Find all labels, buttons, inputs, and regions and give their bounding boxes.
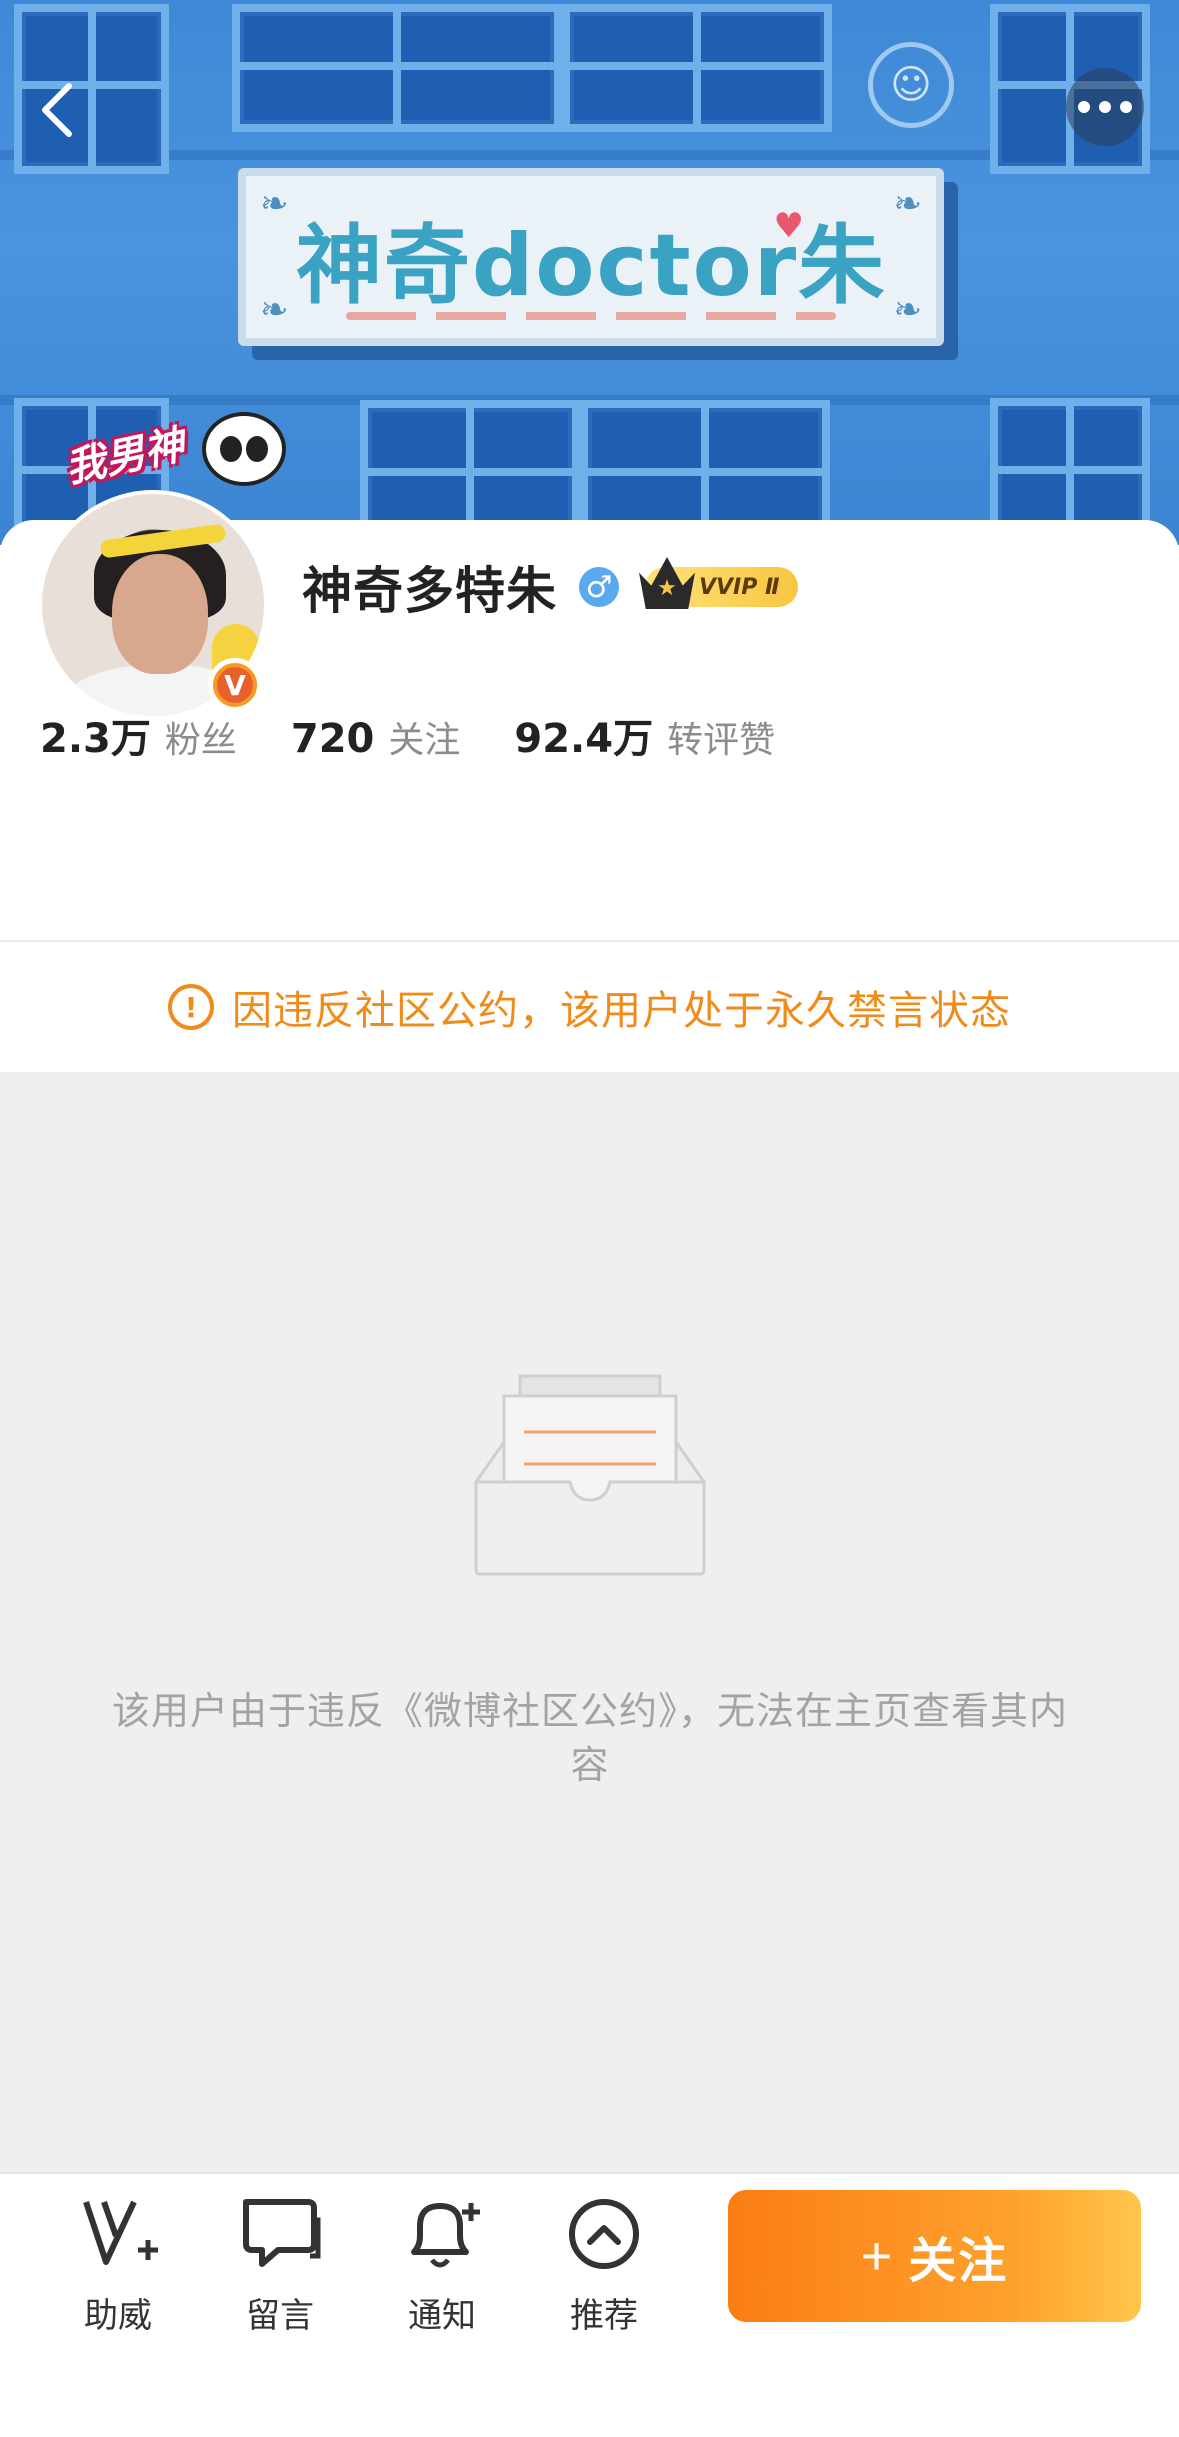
cheer-label: 助威 xyxy=(84,2296,152,2336)
avatar-sticker-text: 我男神 xyxy=(61,421,189,492)
more-button[interactable] xyxy=(1066,68,1144,146)
stats-row: 2.3万 粉丝 720 关注 92.4万 转评赞 xyxy=(40,706,829,764)
warning-icon: ! xyxy=(168,984,214,1030)
verified-badge: V xyxy=(208,658,262,712)
plus-icon: + xyxy=(860,2226,895,2286)
back-button[interactable] xyxy=(22,70,92,150)
banned-notice-text: 因违反社区公约，该用户处于永久禁言状态 xyxy=(232,988,1011,1034)
follow-button[interactable]: + 关注 xyxy=(728,2190,1141,2322)
stat-reposts-comments-likes[interactable]: 92.4万 转评赞 xyxy=(514,706,775,764)
avatar-container[interactable]: 我男神 V xyxy=(38,412,286,720)
cheer-button[interactable]: 助威 xyxy=(58,2192,178,2342)
more-horizontal-icon xyxy=(1078,101,1132,113)
message-icon xyxy=(238,2192,322,2276)
stat-value: 720 xyxy=(290,716,375,762)
empty-state-message: 该用户由于违反《微博社区公约》，无法在主页查看其内容 xyxy=(111,1689,1068,1787)
user-name: 神奇多特朱 xyxy=(302,562,557,620)
stat-value: 2.3万 xyxy=(40,716,151,762)
vip-label: VVIP Ⅱ xyxy=(699,574,780,600)
banner-window xyxy=(232,4,562,132)
banner-window xyxy=(562,4,832,132)
stat-fans[interactable]: 2.3万 粉丝 xyxy=(40,706,237,764)
male-gender-icon: ♂ xyxy=(579,567,619,607)
notify-label: 通知 xyxy=(408,2296,476,2336)
profile-page: ☺ ❧ ❧ ❧ ❧ 神奇doctor朱 ♥ 我男神 V 神奇多特朱 ♂ ★ VV… xyxy=(0,0,1179,2437)
panda-icon xyxy=(202,412,286,486)
stat-following[interactable]: 720 关注 xyxy=(291,711,461,763)
stat-label: 粉丝 xyxy=(164,720,237,761)
chevron-left-icon xyxy=(42,83,72,137)
follow-label: 关注 xyxy=(908,2235,1009,2288)
verified-mark: V xyxy=(224,668,246,702)
heart-icon: ♥ xyxy=(773,206,804,246)
banned-notice: ! 因违反社区公约，该用户处于永久禁言状态 xyxy=(0,942,1179,1072)
banner-emblem-icon: ☺ xyxy=(868,42,954,128)
cheer-v-icon xyxy=(76,2192,160,2276)
empty-inbox-icon xyxy=(474,1374,706,1576)
bell-plus-icon xyxy=(400,2192,484,2276)
stat-label: 转评赞 xyxy=(667,720,776,761)
bottom-action-bar: 助威 留言 通知 推荐 + 关注 xyxy=(0,2172,1179,2437)
name-row: 神奇多特朱 ♂ ★ VVIP Ⅱ xyxy=(302,556,798,620)
banner-signboard: ❧ ❧ ❧ ❧ 神奇doctor朱 ♥ xyxy=(238,168,944,346)
empty-content-area: 该用户由于违反《微博社区公约》，无法在主页查看其内容 xyxy=(0,1072,1179,2172)
vip-badge[interactable]: ★ VVIP Ⅱ xyxy=(639,557,798,609)
crown-icon: ★ xyxy=(639,557,695,609)
recommend-button[interactable]: 推荐 xyxy=(544,2192,664,2342)
avatar-sticker: 我男神 xyxy=(52,412,292,508)
stat-value: 92.4万 xyxy=(514,716,654,762)
message-label: 留言 xyxy=(246,2296,314,2336)
message-button[interactable]: 留言 xyxy=(220,2192,340,2342)
notify-button[interactable]: 通知 xyxy=(382,2192,502,2342)
chevron-up-circle-icon xyxy=(562,2192,646,2276)
stat-label: 关注 xyxy=(388,720,461,761)
recommend-label: 推荐 xyxy=(570,2296,638,2336)
